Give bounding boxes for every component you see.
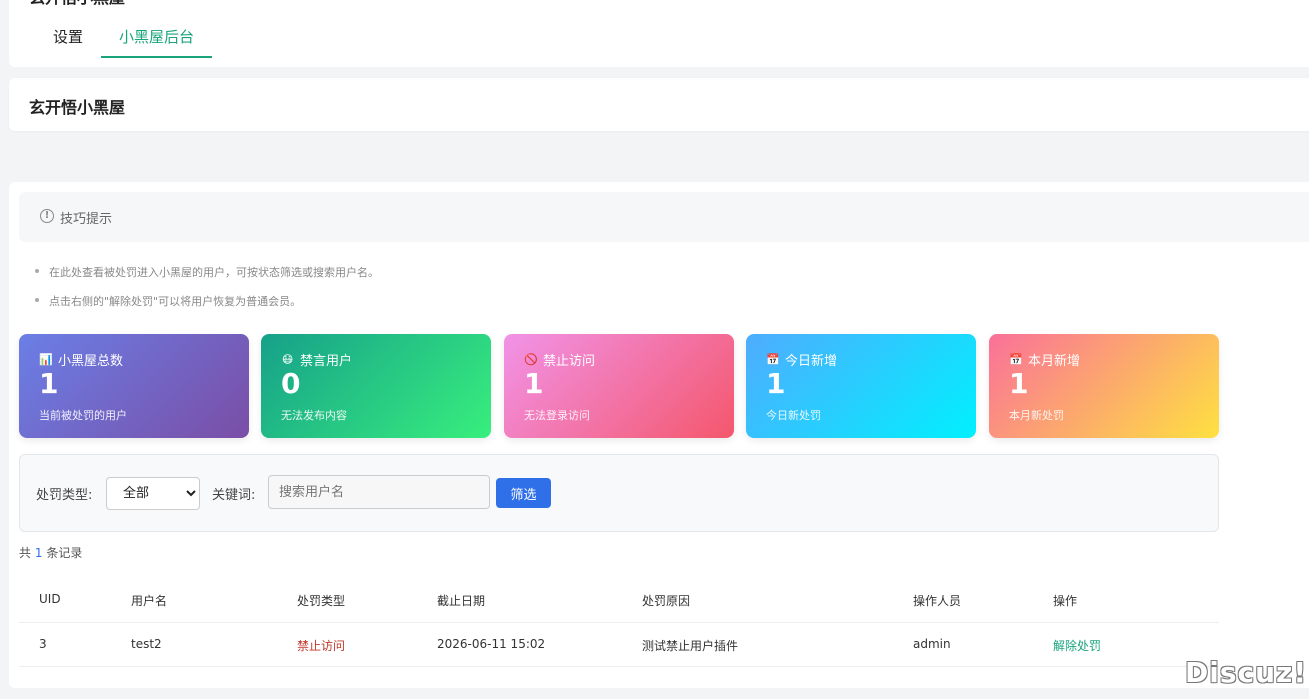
keyword-input[interactable] xyxy=(268,475,490,509)
col-header: 处罚原因 xyxy=(642,594,691,608)
page-title: 玄开悟小黑屋 xyxy=(29,98,126,117)
cell-username: test2 xyxy=(131,637,162,651)
count-suffix: 条记录 xyxy=(46,546,83,560)
info-icon: ! xyxy=(40,209,54,223)
unban-link[interactable]: 解除处罚 xyxy=(1053,637,1101,654)
partial-title: 玄开悟小黑屋 xyxy=(29,0,125,8)
count-prefix: 共 xyxy=(19,546,32,560)
tip-box: ! 技巧提示 xyxy=(19,192,1309,242)
calendar-icon: 📅 xyxy=(1009,353,1023,366)
stat-card-banned: 🚫 禁止访问 1 无法登录访问 xyxy=(504,334,734,438)
stat-card-today: 📅 今日新增 1 今日新处罚 xyxy=(746,334,976,438)
col-header: 截止日期 xyxy=(437,594,486,608)
discuz-watermark: Discuz! xyxy=(1185,656,1308,689)
stat-value: 1 xyxy=(766,367,786,400)
col-header: 操作 xyxy=(1053,594,1078,608)
records-table: UID 用户名 处罚类型 截止日期 处罚原因 操作人员 操作 3 test2 禁… xyxy=(19,578,1219,667)
table-row: 3 test2 禁止访问 2026-06-11 15:02 测试禁止用户插件 a… xyxy=(19,623,1219,667)
tab-blackroom-admin[interactable]: 小黑屋后台 xyxy=(101,26,213,58)
cell-reason: 测试禁止用户插件 xyxy=(642,639,739,653)
stat-value: 0 xyxy=(281,367,301,400)
page-title-card: 玄开悟小黑屋 xyxy=(9,78,1309,131)
main-card: ! 技巧提示 在此处查看被处罚进入小黑屋的用户，可按状态筛选或搜索用户名。 点击… xyxy=(9,182,1309,688)
col-header: 用户名 xyxy=(131,594,168,608)
stat-subtitle: 本月新处罚 xyxy=(1009,409,1064,422)
cell-operator: admin xyxy=(913,637,951,651)
stat-subtitle: 当前被处罚的用户 xyxy=(39,409,127,422)
col-header: 处罚类型 xyxy=(297,594,346,608)
tab-bar: 设置 小黑屋后台 xyxy=(35,26,213,58)
cell-type: 禁止访问 xyxy=(297,639,346,653)
count-number: 1 xyxy=(34,546,43,560)
stat-value: 1 xyxy=(524,367,544,400)
stat-title: 禁止访问 xyxy=(543,354,596,369)
tip-item: 点击右侧的"解除处罚"可以将用户恢复为普通会员。 xyxy=(35,293,379,322)
record-count: 共 1 条记录 xyxy=(19,544,82,561)
stat-subtitle: 今日新处罚 xyxy=(766,409,821,422)
stat-title: 禁言用户 xyxy=(300,354,353,369)
tip-item: 在此处查看被处罚进入小黑屋的用户，可按状态筛选或搜索用户名。 xyxy=(35,264,379,293)
type-select[interactable]: 全部 xyxy=(106,477,200,510)
filter-panel: 处罚类型: 全部 关键词: 筛选 xyxy=(19,454,1219,532)
header-card: 玄开悟小黑屋 设置 小黑屋后台 xyxy=(9,0,1309,67)
keyword-label: 关键词: xyxy=(212,488,256,503)
type-label: 处罚类型: xyxy=(36,488,93,503)
calendar-icon: 📅 xyxy=(766,353,780,366)
stat-subtitle: 无法发布内容 xyxy=(281,409,347,422)
col-header: 操作人员 xyxy=(913,594,962,608)
stat-card-muted: 😷 禁言用户 0 无法发布内容 xyxy=(261,334,491,438)
table-header: UID 用户名 处罚类型 截止日期 处罚原因 操作人员 操作 xyxy=(19,578,1219,623)
cell-uid: 3 xyxy=(39,637,47,651)
filter-button[interactable]: 筛选 xyxy=(496,478,551,508)
stat-value: 1 xyxy=(39,367,59,400)
mute-face-icon: 😷 xyxy=(281,353,294,366)
prohibited-icon: 🚫 xyxy=(524,353,538,366)
stat-value: 1 xyxy=(1009,367,1029,400)
stat-title: 小黑屋总数 xyxy=(58,354,124,369)
stat-subtitle: 无法登录访问 xyxy=(524,409,590,422)
stat-title: 本月新增 xyxy=(1028,354,1081,369)
bar-chart-icon: 📊 xyxy=(39,353,53,366)
tip-list: 在此处查看被处罚进入小黑屋的用户，可按状态筛选或搜索用户名。 点击右侧的"解除处… xyxy=(35,264,379,322)
stat-title: 今日新增 xyxy=(785,354,838,369)
col-header: UID xyxy=(39,592,61,606)
stat-card-total: 📊 小黑屋总数 1 当前被处罚的用户 xyxy=(19,334,249,438)
tab-settings[interactable]: 设置 xyxy=(35,26,101,58)
cell-end-date: 2026-06-11 15:02 xyxy=(437,637,546,651)
stat-card-month: 📅 本月新增 1 本月新处罚 xyxy=(989,334,1219,438)
tip-label: 技巧提示 xyxy=(60,212,113,227)
